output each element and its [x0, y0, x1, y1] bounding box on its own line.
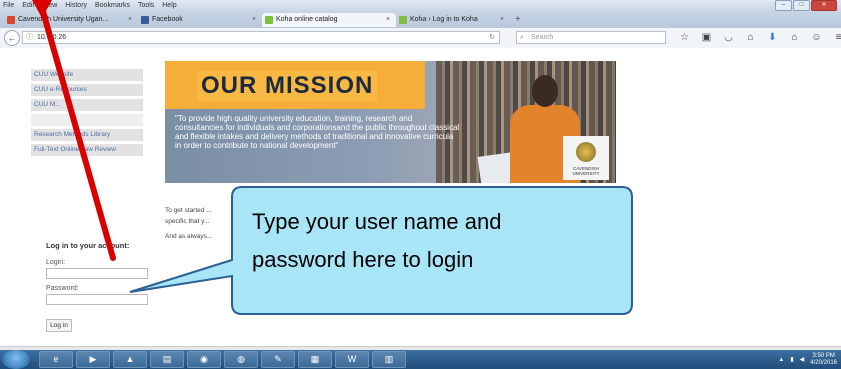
sidebar-spacer — [31, 114, 143, 126]
clock[interactable]: 3:50 PM 4/20/2016 — [810, 353, 837, 367]
taskbar-items: e ▶ ▲ ▤ ◉ ◍ ✎ ▦ W ▥ — [39, 351, 406, 368]
menu-tools[interactable]: Tools — [138, 2, 154, 9]
koha-favicon-icon — [265, 16, 273, 24]
tab-facebook[interactable]: Facebook × — [138, 13, 262, 27]
document-icon[interactable]: ▥ — [372, 351, 406, 368]
back-arrow-icon[interactable]: ← — [4, 30, 20, 46]
callout-text: Type your user name and password here to… — [252, 203, 612, 279]
tab-cavendish[interactable]: Cavendish University Ugan... × — [4, 13, 138, 27]
callout-line-2: password here to login — [252, 247, 474, 272]
intro-text: To get started ... specific that y... An… — [165, 206, 212, 247]
search-icon: ⌕ — [520, 34, 524, 41]
new-tab-icon[interactable]: + — [515, 13, 521, 27]
taskbar: e ▶ ▲ ▤ ◉ ◍ ✎ ▦ W ▥ ▲ ▮ ◀ 3:50 PM 4/20/2… — [0, 350, 841, 369]
gmail-favicon-icon — [7, 16, 15, 24]
menu-view[interactable]: View — [42, 2, 57, 9]
url-text: 10.0.0.26 — [37, 34, 67, 41]
sidebar-link-cuu-m[interactable]: CUU M... — [31, 99, 143, 111]
search-placeholder: Search — [531, 34, 554, 41]
media-player-icon[interactable]: ▶ — [76, 351, 110, 368]
star-icon[interactable]: ☆ — [678, 30, 691, 45]
windows-start-icon[interactable] — [2, 350, 30, 369]
close-tab-icon[interactable]: × — [386, 13, 390, 27]
sidebar-link-research-methods[interactable]: Research Methods Library — [31, 129, 143, 141]
university-logo: CAVENDISH UNIVERSITY — [563, 136, 609, 180]
login-form: Log in to your account: Login: Password:… — [46, 241, 166, 332]
mission-title: OUR MISSION — [197, 71, 378, 101]
ie-icon[interactable]: e — [39, 351, 73, 368]
vlc-icon[interactable]: ▲ — [113, 351, 147, 368]
close-tab-icon[interactable]: × — [252, 13, 256, 27]
navigation-bar: ← ⓘ 10.0.0.26 ↻ ⌕ Search ☆ ▣ ◡ ⌂ ⬇ ⌂ ☺ ≡ — [0, 28, 841, 49]
intro-line: specific that y... — [165, 218, 210, 225]
facebook-favicon-icon — [141, 16, 149, 24]
toolbar-icons: ☆ ▣ ◡ ⌂ ⬇ ⌂ ☺ ≡ — [678, 30, 841, 45]
login-input[interactable] — [46, 268, 148, 279]
menu-bookmarks[interactable]: Bookmarks — [95, 2, 130, 9]
sidebar-links: CUU Website CUU e-Resources CUU M... Res… — [31, 69, 143, 159]
chat-icon[interactable]: ☺ — [810, 30, 823, 45]
reload-icon[interactable]: ↻ — [489, 32, 495, 43]
menu-bar: File Edit View History Bookmarks Tools H… — [0, 0, 841, 11]
tab-label: Facebook — [152, 16, 183, 23]
tray-arrow-icon[interactable]: ▲ — [778, 357, 784, 363]
mission-banner: OUR MISSION "To provide high quality uni… — [165, 61, 616, 183]
tab-koha-login[interactable]: Koha › Log in to Koha × — [396, 13, 510, 27]
mission-quote: "To provide high quality university educ… — [175, 114, 460, 150]
pdf-icon[interactable]: ✎ — [261, 351, 295, 368]
sidebar-link-website[interactable]: CUU Website — [31, 69, 143, 81]
clock-time: 3:50 PM — [812, 352, 835, 359]
menu-history[interactable]: History — [65, 2, 87, 9]
house-icon[interactable]: ⌂ — [788, 30, 801, 45]
password-label: Password: — [46, 285, 79, 292]
password-input[interactable] — [46, 294, 148, 305]
window-icon[interactable]: ▦ — [298, 351, 332, 368]
network-icon[interactable]: ▮ — [790, 356, 793, 363]
sidebar-link-law-review[interactable]: Full-Text Online Law Review — [31, 144, 143, 156]
koha-favicon-icon — [399, 16, 407, 24]
tab-label: Cavendish University Ugan... — [18, 16, 109, 23]
login-button[interactable]: Log in — [46, 319, 72, 332]
menu-help[interactable]: Help — [162, 2, 176, 9]
firefox-icon[interactable]: ◍ — [224, 351, 258, 368]
login-label: Login: — [46, 259, 66, 266]
intro-line: And as always... — [165, 233, 213, 240]
intro-line: To get started ... — [165, 207, 212, 214]
callout-line-1: Type your user name and — [252, 209, 502, 234]
pocket-icon[interactable]: ◡ — [722, 30, 735, 45]
crest-icon — [576, 142, 596, 162]
menu-file[interactable]: File — [3, 2, 14, 9]
close-tab-icon[interactable]: × — [128, 13, 132, 27]
login-heading: Log in to your account: — [46, 241, 130, 250]
search-input[interactable]: ⌕ Search — [516, 31, 666, 44]
close-tab-icon[interactable]: × — [500, 13, 504, 27]
window-controls: – □ ✕ — [775, 0, 837, 11]
system-tray: ▲ ▮ ◀ 3:50 PM 4/20/2016 — [778, 350, 837, 369]
download-icon[interactable]: ⬇ — [766, 30, 779, 45]
tab-koha-catalog[interactable]: Koha online catalog × — [262, 13, 396, 27]
info-icon: ⓘ — [26, 34, 33, 41]
web-page: CUU Website CUU e-Resources CUU M... Res… — [0, 48, 841, 346]
sidebar-link-eresources[interactable]: CUU e-Resources — [31, 84, 143, 96]
minimize-button[interactable]: – — [775, 0, 792, 11]
url-bar[interactable]: ⓘ 10.0.0.26 ↻ — [22, 31, 500, 44]
clipboard-icon[interactable]: ▣ — [700, 30, 713, 45]
clock-date: 4/20/2016 — [810, 359, 837, 366]
tab-strip: Cavendish University Ugan... × Facebook … — [0, 11, 841, 28]
home-icon[interactable]: ⌂ — [744, 30, 757, 45]
menu-edit[interactable]: Edit — [22, 2, 34, 9]
maximize-button[interactable]: □ — [793, 0, 810, 11]
word-icon[interactable]: W — [335, 351, 369, 368]
tab-label: Koha › Log in to Koha — [410, 16, 478, 23]
close-window-button[interactable]: ✕ — [811, 0, 837, 11]
menu-icon[interactable]: ≡ — [832, 30, 841, 45]
volume-icon[interactable]: ◀ — [800, 356, 805, 363]
tab-label: Koha online catalog — [276, 16, 338, 23]
folder-icon[interactable]: ▤ — [150, 351, 184, 368]
chrome-icon[interactable]: ◉ — [187, 351, 221, 368]
